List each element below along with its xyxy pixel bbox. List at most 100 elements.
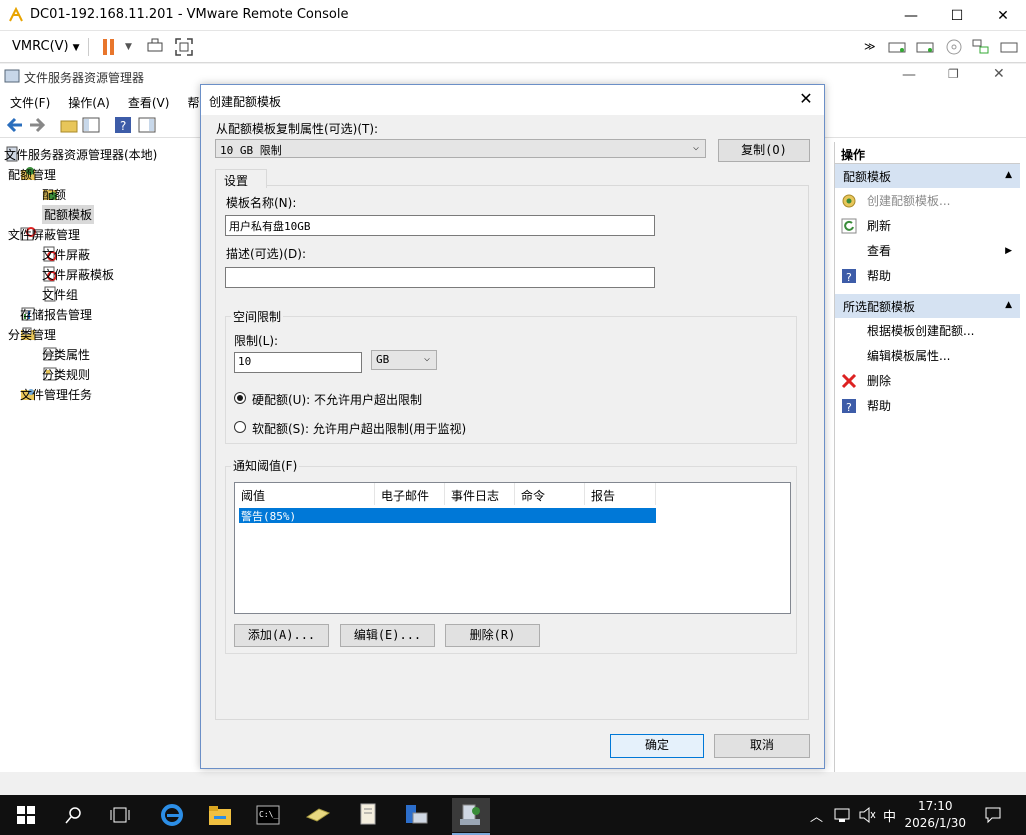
- minimize-button[interactable]: —: [888, 0, 934, 31]
- tab-settings[interactable]: 设置: [215, 169, 267, 188]
- action-help[interactable]: ? 帮助: [835, 263, 1020, 288]
- menu-view[interactable]: 查看(V): [118, 90, 178, 111]
- task-view-button[interactable]: [106, 801, 134, 829]
- taskbar-fsrm[interactable]: [452, 798, 490, 832]
- delete-threshold-button[interactable]: 删除(R): [445, 624, 540, 647]
- pause-button[interactable]: [102, 39, 116, 58]
- back-arrow-icon[interactable]: [6, 116, 24, 134]
- tree-item-classification-management[interactable]: ⌵ 分类管理: [8, 324, 56, 344]
- action-create-quota-from-template[interactable]: 根据模板创建配额...: [835, 318, 1020, 343]
- soft-quota-label[interactable]: 软配额(S): 允许用户超出限制(用于监视): [252, 420, 466, 437]
- notification-center-icon[interactable]: [984, 806, 1002, 824]
- tree-item-classification-properties[interactable]: 分类属性: [42, 344, 90, 364]
- action-refresh[interactable]: 刷新: [835, 213, 1020, 238]
- show-hidden-icons-button[interactable]: ︿: [810, 806, 823, 825]
- tree-item-file-screen-management[interactable]: ⌵ 文件屏蔽管理: [8, 224, 80, 244]
- edit-threshold-button[interactable]: 编辑(E)...: [340, 624, 435, 647]
- column-email[interactable]: 电子邮件: [375, 483, 445, 505]
- network-status-icon[interactable]: [834, 806, 852, 824]
- threshold-list[interactable]: 阈值 电子邮件 事件日志 命令 报告 警告(85%): [234, 482, 791, 614]
- show-tree-icon[interactable]: [82, 116, 100, 134]
- action-help-selected[interactable]: ? 帮助: [835, 393, 1020, 418]
- taskbar-file-explorer[interactable]: [206, 801, 234, 829]
- tree-item-file-groups[interactable]: 文件组: [42, 284, 78, 304]
- limit-value-input[interactable]: 10: [234, 352, 362, 373]
- actions-section-quota-templates[interactable]: 配额模板 ▲: [835, 164, 1020, 188]
- search-button[interactable]: [60, 801, 88, 829]
- more-icon[interactable]: ≫: [864, 40, 876, 53]
- fullscreen-icon: [175, 38, 193, 56]
- create-quota-template-dialog: 创建配额模板 ✕ 从配额模板复制属性(可选)(T): 10 GB 限制 ⌵ 复制…: [200, 84, 825, 769]
- column-event-log[interactable]: 事件日志: [445, 483, 515, 505]
- tree-item-quotas[interactable]: 配额: [42, 184, 66, 204]
- tree-item-quota-templates[interactable]: 配额模板: [42, 204, 95, 224]
- hard-quota-radio[interactable]: [234, 392, 246, 404]
- system-clock[interactable]: 17:10 2026/1/30: [904, 798, 966, 832]
- forward-arrow-icon[interactable]: [28, 116, 46, 134]
- usb-icon[interactable]: [1000, 39, 1018, 55]
- hard-quota-label[interactable]: 硬配额(U): 不允许用户超出限制: [252, 391, 422, 408]
- collapse-icon[interactable]: ▲: [1005, 300, 1012, 310]
- fsrm-minimize-button[interactable]: —: [902, 67, 916, 83]
- help-icon[interactable]: ?: [114, 116, 132, 134]
- action-spacer: [841, 243, 857, 259]
- column-report[interactable]: 报告: [585, 483, 656, 505]
- dialog-close-button[interactable]: ✕: [796, 89, 816, 109]
- taskbar-internet-explorer[interactable]: [158, 801, 186, 829]
- taskbar-command-prompt[interactable]: C:\_: [254, 801, 282, 829]
- ok-button[interactable]: 确定: [610, 734, 704, 758]
- fsrm-close-button[interactable]: ✕: [993, 66, 1005, 82]
- vm-device-icon[interactable]: [888, 39, 906, 55]
- action-delete[interactable]: 删除: [835, 368, 1020, 393]
- action-label: 刷新: [867, 219, 892, 233]
- maximize-button[interactable]: ☐: [934, 0, 980, 31]
- menu-action[interactable]: 操作(A): [58, 90, 118, 111]
- vm-device-icon[interactable]: [916, 39, 934, 55]
- tree-item-storage-reports[interactable]: 存储报告管理: [20, 304, 92, 324]
- show-action-pane-icon[interactable]: [138, 116, 156, 134]
- taskbar: C:\_ ︿ 中 17:10 2026/1/30: [0, 795, 1026, 835]
- copy-from-template-select[interactable]: 10 GB 限制 ⌵: [215, 139, 706, 158]
- description-input[interactable]: [225, 267, 655, 288]
- start-button[interactable]: [12, 801, 40, 829]
- column-threshold[interactable]: 阈值: [235, 483, 375, 505]
- send-ctrl-alt-del-button[interactable]: [146, 38, 164, 59]
- tree-item-file-management-tasks[interactable]: 文件管理任务: [20, 384, 92, 404]
- action-create-quota-template[interactable]: 创建配额模板...: [835, 188, 1020, 213]
- tree-item-fsrm-root[interactable]: 文件服务器资源管理器(本地): [4, 144, 157, 164]
- template-name-input[interactable]: 用户私有盘10GB: [225, 215, 655, 236]
- fullscreen-button[interactable]: [175, 38, 193, 59]
- tree-item-label: 文件屏蔽模板: [42, 267, 115, 282]
- tree-item-quota-management[interactable]: ⌵ 配额管理: [8, 164, 56, 184]
- copy-button[interactable]: 复制(O): [718, 139, 810, 162]
- add-threshold-button[interactable]: 添加(A)...: [234, 624, 329, 647]
- cd-icon[interactable]: [946, 39, 962, 55]
- soft-quota-radio[interactable]: [234, 421, 246, 433]
- collapse-icon[interactable]: ▲: [1005, 170, 1012, 180]
- vmrc-window-title: DC01-192.168.11.201 - VMware Remote Cons…: [30, 7, 349, 22]
- cancel-button[interactable]: 取消: [714, 734, 810, 758]
- fsrm-restore-button[interactable]: ❐: [948, 67, 959, 81]
- menu-file[interactable]: 文件(F): [0, 90, 58, 111]
- network-icon[interactable]: [972, 39, 990, 55]
- table-row[interactable]: 警告(85%): [239, 508, 656, 523]
- copy-from-value: 10 GB 限制: [220, 144, 282, 157]
- pause-dropdown-icon[interactable]: ▼: [125, 42, 132, 52]
- action-view[interactable]: 查看 ▶: [835, 238, 1020, 263]
- vmrc-menu[interactable]: VMRC(V) ▼: [12, 39, 80, 54]
- tree-item-file-screen-templates[interactable]: 文件屏蔽模板: [42, 264, 114, 284]
- action-edit-template-properties[interactable]: 编辑模板属性...: [835, 343, 1020, 368]
- actions-section-selected-template[interactable]: 所选配额模板 ▲: [835, 294, 1020, 318]
- speaker-muted-icon[interactable]: [858, 806, 876, 824]
- input-method-indicator[interactable]: 中: [883, 806, 896, 825]
- taskbar-document-app[interactable]: [354, 801, 382, 829]
- taskbar-disk-manager[interactable]: [304, 801, 332, 829]
- tree-item-file-screens[interactable]: 文件屏蔽: [42, 244, 90, 264]
- tree-item-classification-rules[interactable]: 分类规则: [42, 364, 90, 384]
- close-button[interactable]: ✕: [980, 0, 1026, 31]
- fsrm-window-title: 文件服务器资源管理器: [24, 71, 145, 85]
- column-command[interactable]: 命令: [515, 483, 585, 505]
- taskbar-server-manager[interactable]: [402, 801, 430, 829]
- up-folder-icon[interactable]: [60, 116, 78, 134]
- limit-unit-select[interactable]: GB ⌵: [371, 350, 437, 370]
